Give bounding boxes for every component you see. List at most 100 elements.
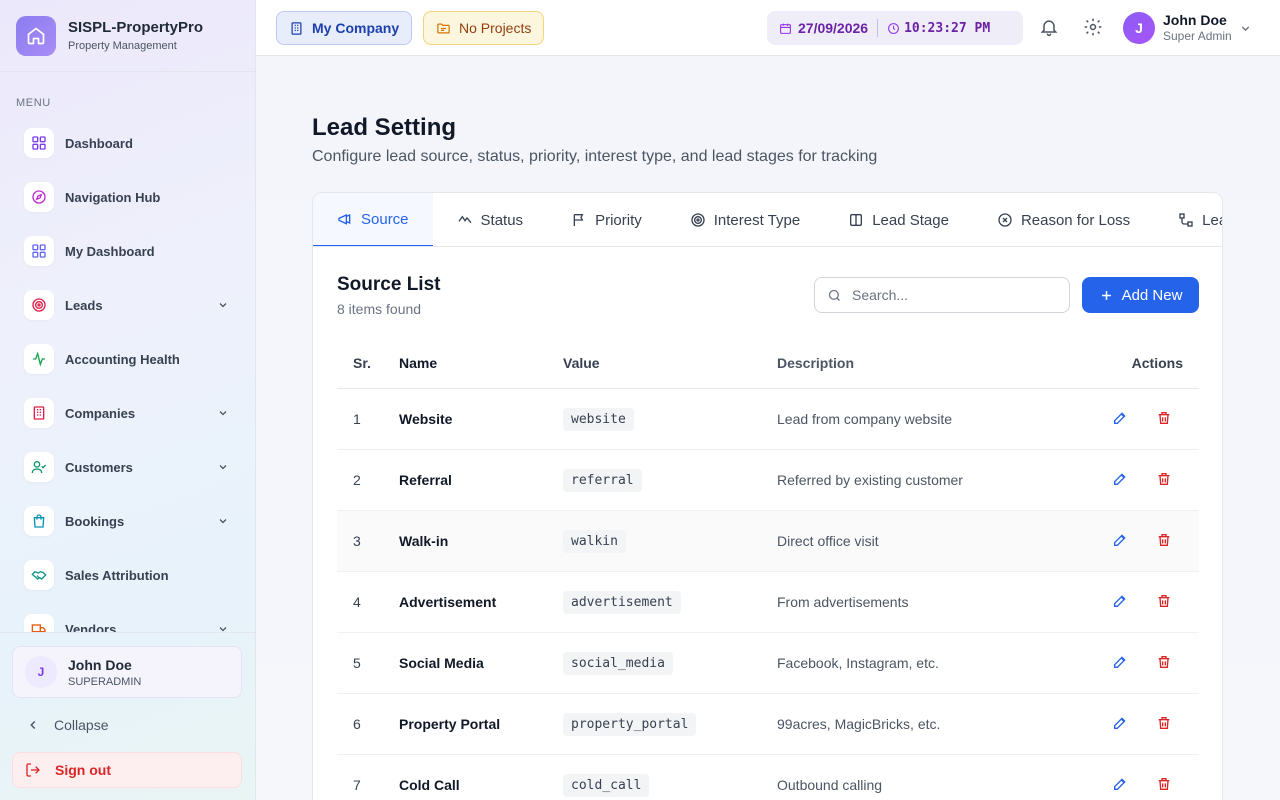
cell-sr: 1	[337, 388, 399, 450]
lead-setting-card: Source Status Priority Interest Type Lea…	[312, 192, 1223, 800]
cell-value: walkin	[563, 510, 777, 572]
edit-icon[interactable]	[1111, 409, 1129, 427]
trash-icon[interactable]	[1155, 470, 1173, 488]
company-selector[interactable]: My Company	[276, 11, 413, 45]
user-menu[interactable]: John Doe Super Admin	[1163, 12, 1232, 43]
table-row[interactable]: 7 Cold Call cold_call Outbound calling	[337, 754, 1199, 800]
avatar[interactable]: J	[1123, 12, 1155, 44]
sidebar-nav: Dashboard Navigation Hub My Dashboard Le…	[0, 116, 255, 632]
sidebar-item-dashboard[interactable]: Dashboard	[0, 116, 255, 170]
trash-icon[interactable]	[1155, 653, 1173, 671]
tab-lead-more[interactable]: Lea	[1154, 193, 1222, 246]
cell-actions	[1077, 388, 1199, 450]
table-row[interactable]: 1 Website website Lead from company website	[337, 388, 1199, 450]
cell-name: Advertisement	[399, 571, 563, 633]
tab-interest-type[interactable]: Interest Type	[666, 193, 824, 246]
table-row[interactable]: 5 Social Media social_media Facebook, Insta…	[337, 632, 1199, 694]
sidebar-item-label: Leads	[65, 297, 103, 313]
trash-icon[interactable]	[1155, 409, 1173, 427]
chevron-down-icon[interactable]	[217, 514, 229, 532]
trash-icon[interactable]	[1155, 531, 1173, 549]
home-icon	[16, 15, 56, 56]
project-label: No Projects	[459, 20, 532, 36]
building-icon	[24, 398, 54, 428]
sidebar-item-my-dashboard[interactable]: My Dashboard	[0, 224, 255, 278]
sign-out-button[interactable]: Sign out	[12, 752, 242, 788]
cell-name: Walk-in	[399, 510, 563, 572]
flag-icon	[573, 214, 584, 226]
cell-name: Property Portal	[399, 693, 563, 755]
sidebar-item-label: Sales Attribution	[65, 567, 169, 583]
sidebar-item-label: My Dashboard	[65, 243, 155, 259]
trash-icon[interactable]	[1155, 714, 1173, 732]
cell-value: cold_call	[563, 754, 777, 800]
sidebar-item-bookings[interactable]: Bookings	[0, 494, 255, 548]
project-selector[interactable]: No Projects	[423, 11, 545, 45]
plus-icon	[1101, 290, 1111, 300]
tab-lead-stage[interactable]: Lead Stage	[824, 193, 973, 246]
sidebar-item-navigation-hub[interactable]: Navigation Hub	[0, 170, 255, 224]
value-code: social_media	[563, 652, 673, 675]
table-row[interactable]: 3 Walk-in walkin Direct office visit	[337, 510, 1199, 572]
brand[interactable]: SISPL-PropertyPro Property Management	[0, 0, 255, 72]
cell-name: Social Media	[399, 632, 563, 694]
edit-icon[interactable]	[1111, 531, 1129, 549]
chevron-down-icon[interactable]	[217, 460, 229, 478]
datetime-display: 27/09/2026 10:23:27 PM	[767, 11, 1023, 45]
search-input[interactable]	[852, 287, 1052, 303]
activity-icon	[24, 344, 54, 374]
cell-value: referral	[563, 449, 777, 511]
edit-icon[interactable]	[1111, 775, 1129, 793]
tab-reason-for-loss[interactable]: Reason for Loss	[973, 193, 1154, 246]
sidebar-item-label: Companies	[65, 405, 136, 421]
cell-actions	[1077, 571, 1199, 633]
sidebar-item-vendors[interactable]: Vendors	[0, 602, 255, 632]
table-row[interactable]: 6 Property Portal property_portal 99acres, …	[337, 693, 1199, 755]
tab-label: Priority	[595, 211, 642, 229]
gear-icon[interactable]	[1081, 15, 1105, 39]
table-row[interactable]: 2 Referral referral Referred by existing cu…	[337, 449, 1199, 511]
target-icon	[24, 290, 54, 320]
chevron-down-icon[interactable]	[1233, 16, 1257, 40]
list-count: 8 items found	[337, 301, 422, 317]
sidebar-item-leads[interactable]: Leads	[0, 278, 255, 332]
edit-icon[interactable]	[1111, 470, 1129, 488]
cell-actions	[1077, 449, 1199, 511]
edit-icon[interactable]	[1111, 714, 1129, 732]
sidebar-item-sales-attribution[interactable]: Sales Attribution	[0, 548, 255, 602]
chevron-down-icon[interactable]	[217, 298, 229, 316]
list-title: Source List	[337, 274, 441, 295]
table-body: 1 Website website Lead from company website…	[337, 388, 1199, 800]
add-new-button[interactable]: Add New	[1082, 277, 1199, 313]
cell-actions	[1077, 510, 1199, 572]
tab-source[interactable]: Source	[313, 193, 433, 246]
search-field[interactable]	[814, 277, 1070, 313]
trash-icon[interactable]	[1155, 592, 1173, 610]
brand-subtitle: Property Management	[68, 40, 177, 52]
sidebar-user-card[interactable]: J John Doe SUPERADMIN	[12, 646, 242, 698]
cell-value: property_portal	[563, 693, 777, 755]
edit-icon[interactable]	[1111, 653, 1129, 671]
sidebar-item-accounting-health[interactable]: Accounting Health	[0, 332, 255, 386]
time-text: 10:23:27 PM	[904, 20, 991, 36]
tab-status[interactable]: Status	[433, 193, 548, 246]
column-header-name: Name	[399, 339, 563, 389]
table-row[interactable]: 4 Advertisement advertisement From advertis…	[337, 571, 1199, 633]
menu-label: MENU	[16, 97, 51, 109]
cell-sr: 5	[337, 632, 399, 694]
sidebar-item-companies[interactable]: Companies	[0, 386, 255, 440]
grid-icon	[24, 128, 54, 158]
tab-label: Interest Type	[713, 211, 801, 229]
chevron-down-icon[interactable]	[217, 406, 229, 424]
tab-priority[interactable]: Priority	[547, 193, 666, 246]
tab-label: Status	[480, 211, 524, 229]
edit-icon[interactable]	[1111, 592, 1129, 610]
collapse-button[interactable]: Collapse	[12, 709, 242, 741]
chevron-down-icon[interactable]	[217, 622, 229, 632]
cell-sr: 6	[337, 693, 399, 755]
value-code: cold_call	[563, 774, 650, 797]
trash-icon[interactable]	[1155, 775, 1173, 793]
bell-icon[interactable]	[1037, 15, 1061, 39]
cell-value: social_media	[563, 632, 777, 694]
sidebar-item-customers[interactable]: Customers	[0, 440, 255, 494]
